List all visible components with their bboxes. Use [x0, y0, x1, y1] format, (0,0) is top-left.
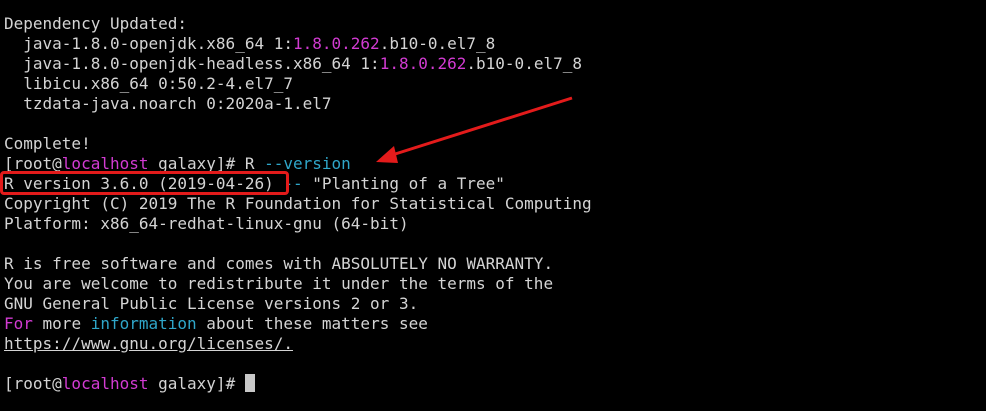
platform-line: Platform: x86_64-redhat-linux-gnu (64-bi…	[4, 214, 409, 233]
dep-line-tzdata: tzdata-java.noarch 0:2020a-1.el7	[4, 94, 332, 113]
version-number: 1.8.0.262	[292, 34, 380, 53]
r-nickname: "Planting of a Tree"	[302, 174, 505, 193]
info-line: For more information about these matters…	[4, 314, 428, 333]
license-link-line: https://www.gnu.org/licenses/.	[4, 334, 986, 354]
terminal-window[interactable]: Dependency Updated: java-1.8.0-openjdk.x…	[0, 0, 986, 411]
license-line: R is free software and comes with ABSOLU…	[4, 254, 554, 273]
dep-line-libicu: libicu.x86_64 0:50.2-4.el7_7	[4, 74, 293, 93]
prompt-line-current: [root@localhost galaxy]#	[4, 374, 986, 394]
hostname: localhost	[61, 374, 149, 393]
highlight-box	[0, 171, 289, 195]
copyright-line: Copyright (C) 2019 The R Foundation for …	[4, 194, 592, 213]
license-link[interactable]: https://www.gnu.org/licenses/.	[4, 334, 293, 353]
text-cursor[interactable]	[244, 374, 255, 392]
license-line: GNU General Public License versions 2 or…	[4, 294, 419, 313]
dep-header: Dependency Updated:	[4, 14, 188, 33]
license-line: You are welcome to redistribute it under…	[4, 274, 554, 293]
complete-message: Complete!	[4, 134, 91, 153]
version-number: 1.8.0.262	[379, 54, 467, 73]
dep-line-java: java-1.8.0-openjdk.x86_64 1:1.8.0.262.b1…	[23, 34, 496, 53]
dep-line-java-headless: java-1.8.0-openjdk-headless.x86_64 1:1.8…	[23, 54, 582, 73]
